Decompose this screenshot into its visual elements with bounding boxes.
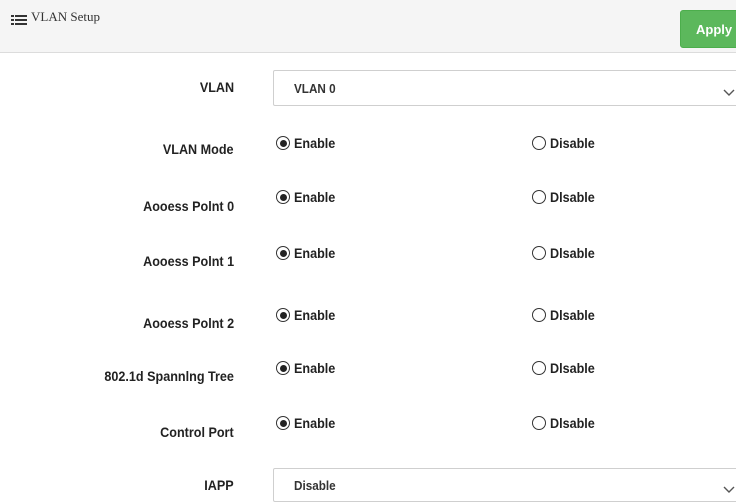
spanning-tree-enable-label: Enable [294, 360, 336, 376]
radio-unchecked-icon [532, 136, 546, 150]
vlan-mode-disable-label: Disable [550, 135, 595, 151]
vlan-select-value: VLAN 0 [294, 81, 336, 96]
access-point-1-label: Aooess Polnt 1 [142, 253, 234, 269]
radio-unchecked-icon [532, 361, 546, 375]
spanning-tree-disable-label: Dlsable [550, 360, 595, 376]
vlan-mode-enable-radio[interactable]: Enable [276, 135, 340, 151]
access-point-0-enable-label: Enable [294, 189, 336, 205]
radio-unchecked-icon [532, 308, 546, 322]
iapp-label: IAPP [204, 477, 234, 493]
access-point-2-label: Aooess Polnt 2 [142, 315, 234, 331]
control-port-enable-radio[interactable]: Enable [276, 415, 340, 431]
page-header: VLAN Setup Apply [0, 0, 736, 53]
radio-checked-icon [276, 136, 290, 150]
list-icon [11, 12, 27, 25]
access-point-2-disable-label: Dlsable [550, 307, 595, 323]
radio-checked-icon [276, 190, 290, 204]
header-title: VLAN Setup [11, 9, 100, 25]
radio-checked-icon [276, 416, 290, 430]
access-point-2-disable-radio[interactable]: Dlsable [532, 307, 600, 323]
access-point-1-disable-label: Dlsable [550, 245, 595, 261]
control-port-label: Control Port [160, 424, 234, 440]
control-port-enable-label: Enable [294, 415, 336, 431]
spanning-tree-label: 802.1d Spannlng Tree [104, 368, 234, 384]
access-point-2-enable-radio[interactable]: Enable [276, 307, 340, 323]
radio-unchecked-icon [532, 246, 546, 260]
spanning-tree-disable-radio[interactable]: Dlsable [532, 360, 600, 376]
access-point-1-disable-radio[interactable]: Dlsable [532, 245, 600, 261]
apply-button[interactable]: Apply [680, 10, 736, 48]
access-point-0-disable-radio[interactable]: Dlsable [532, 189, 600, 205]
vlan-label: VLAN [199, 79, 234, 95]
page-title: VLAN Setup [31, 9, 100, 24]
chevron-down-icon [723, 84, 735, 96]
access-point-0-disable-label: Dlsable [550, 189, 595, 205]
access-point-1-enable-radio[interactable]: Enable [276, 245, 340, 261]
spanning-tree-enable-radio[interactable]: Enable [276, 360, 340, 376]
vlan-mode-disable-radio[interactable]: Disable [532, 135, 600, 151]
access-point-2-enable-label: Enable [294, 307, 336, 323]
radio-checked-icon [276, 246, 290, 260]
vlan-select[interactable]: VLAN 0 [273, 70, 736, 106]
access-point-1-enable-label: Enable [294, 245, 336, 261]
vlan-mode-enable-label: Enable [294, 135, 336, 151]
access-point-0-label: Aooess Polnt 0 [142, 198, 234, 214]
radio-checked-icon [276, 361, 290, 375]
radio-checked-icon [276, 308, 290, 322]
iapp-select-value: Disable [294, 478, 336, 493]
radio-unchecked-icon [532, 416, 546, 430]
control-port-disable-label: Dlsable [550, 415, 595, 431]
iapp-select[interactable]: Disable [273, 468, 736, 502]
chevron-down-icon [723, 481, 735, 493]
radio-unchecked-icon [532, 190, 546, 204]
control-port-disable-radio[interactable]: Dlsable [532, 415, 600, 431]
vlan-mode-label: VLAN Mode [163, 141, 234, 157]
access-point-0-enable-radio[interactable]: Enable [276, 189, 340, 205]
